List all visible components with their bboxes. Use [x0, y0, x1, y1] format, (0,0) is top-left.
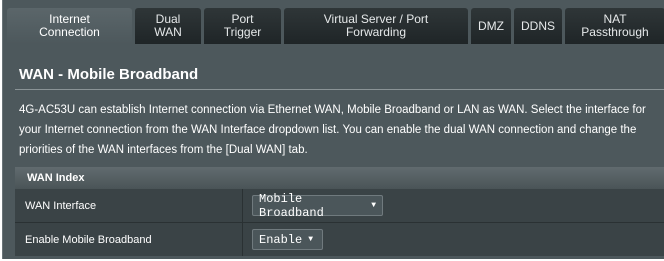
- tab-label: DDNS: [520, 18, 555, 33]
- tab-bar: Internet Connection Dual WAN Port Trigge…: [3, 0, 664, 44]
- tab-virtual-server-port-forwarding[interactable]: Virtual Server / Port Forwarding: [284, 8, 468, 44]
- enable-mobile-broadband-label: Enable Mobile Broadband: [25, 233, 152, 246]
- dropdown-arrow-icon: ▼: [371, 201, 376, 210]
- enable-mobile-broadband-value: Enable: [259, 232, 303, 247]
- tab-port-trigger[interactable]: Port Trigger: [204, 8, 281, 44]
- wan-interface-label: WAN Interface: [25, 199, 97, 212]
- wan-index-header: WAN Index: [15, 167, 664, 189]
- tab-label: DMZ: [478, 18, 504, 33]
- wan-interface-value: Mobile Broadband: [259, 191, 324, 220]
- tab-ddns[interactable]: DDNS: [514, 8, 562, 44]
- tab-label: Dual WAN: [154, 12, 182, 39]
- tab-dmz[interactable]: DMZ: [471, 8, 511, 44]
- router-settings-panel: Internet Connection Dual WAN Port Trigge…: [2, 0, 664, 259]
- title-divider: [15, 89, 664, 90]
- page-title: WAN - Mobile Broadband: [19, 66, 199, 83]
- tab-nat-passthrough[interactable]: NAT Passthrough: [565, 8, 664, 44]
- tab-label: Internet Connection: [39, 12, 100, 39]
- wan-interface-row: WAN Interface Mobile Broadband ▼: [15, 189, 664, 222]
- tab-label: Virtual Server / Port Forwarding: [323, 12, 429, 39]
- wan-interface-cell: Mobile Broadband ▼: [242, 189, 664, 222]
- tab-label: NAT Passthrough: [581, 12, 649, 39]
- dropdown-arrow-icon: ▼: [308, 235, 314, 244]
- page-description: 4G-AC53U can establish Internet connecti…: [19, 104, 646, 156]
- tab-internet-connection[interactable]: Internet Connection: [7, 8, 132, 44]
- wan-content: WAN - Mobile Broadband 4G-AC53U can esta…: [3, 44, 664, 259]
- wan-interface-select[interactable]: Mobile Broadband ▼: [252, 192, 383, 220]
- tab-label: Port Trigger: [223, 12, 262, 39]
- tab-dual-wan[interactable]: Dual WAN: [135, 8, 201, 44]
- enable-mobile-broadband-row: Enable Mobile Broadband Enable ▼: [15, 223, 664, 256]
- enable-mobile-broadband-select[interactable]: Enable ▼: [252, 229, 323, 250]
- enable-mobile-broadband-cell: Enable ▼: [242, 223, 664, 256]
